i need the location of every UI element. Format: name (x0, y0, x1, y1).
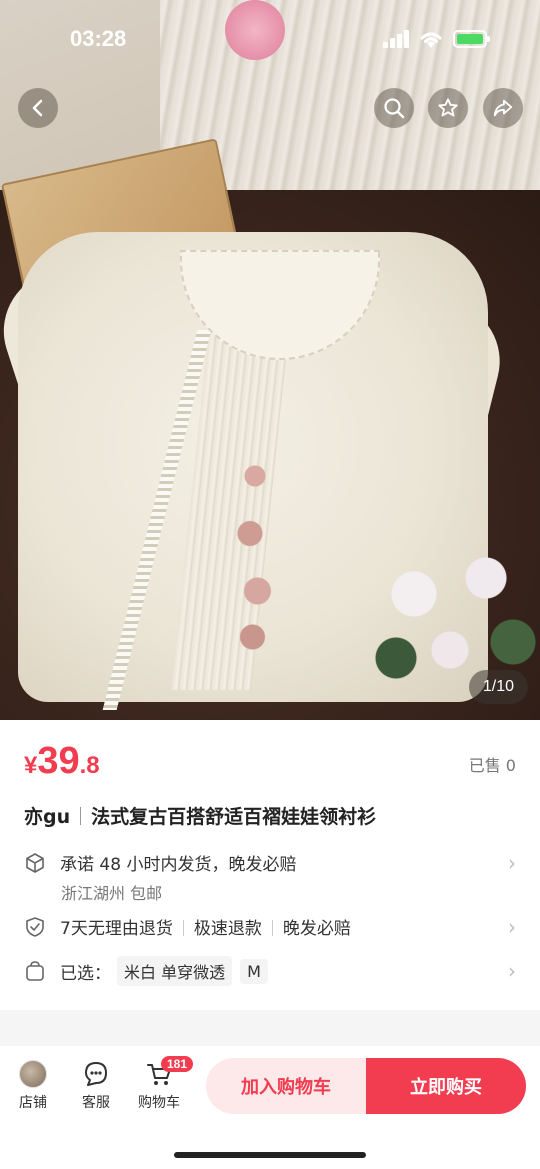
shipping-origin: 浙江湖州 包邮 (61, 884, 163, 903)
bag-icon (26, 961, 44, 981)
product-info-panel: ¥39.8 已售 0 亦gu 法式复古百搭舒适百褶娃娃领衬衫 承诺 48 小时内发… (0, 720, 540, 1010)
product-title: 亦gu 法式复古百搭舒适百褶娃娃领衬衫 (24, 802, 376, 829)
search-button[interactable] (374, 88, 414, 128)
search-icon (384, 98, 405, 119)
brand-name: 亦gu (24, 806, 71, 828)
bottom-action-bar: 店铺 客服 181 购物车 加入购物车 立即购买 (0, 1046, 540, 1169)
currency-symbol: ¥ (24, 752, 38, 779)
battery-icon (453, 30, 490, 48)
service-label: 客服 (82, 1095, 110, 1111)
status-time: 03:28 (70, 26, 127, 51)
chevron-right-icon: › (508, 959, 516, 983)
customer-service-button[interactable]: 客服 (66, 1060, 126, 1112)
box-icon (26, 852, 44, 873)
cart-label: 购物车 (138, 1095, 180, 1111)
back-button[interactable] (18, 88, 58, 128)
shipping-row[interactable]: 承诺 48 小时内发货，晚发必赔 › (24, 850, 520, 875)
image-counter: 1/10 (468, 670, 528, 704)
sold-count: 已售 0 (468, 756, 516, 775)
price-integer: 39 (37, 740, 80, 782)
add-to-cart-button[interactable]: 加入购物车 (206, 1058, 366, 1114)
price: ¥39.8 (24, 740, 100, 783)
cart-count-badge: 181 (161, 1056, 194, 1072)
cellular-signal-icon (383, 30, 411, 48)
product-name: 法式复古百搭舒适百褶娃娃领衬衫 (91, 806, 377, 828)
title-separator (80, 807, 82, 825)
shop-avatar (19, 1060, 47, 1088)
buy-now-button[interactable]: 立即购买 (366, 1058, 526, 1114)
home-indicator[interactable] (174, 1152, 366, 1158)
guarantee-row[interactable]: 7天无理由退货 极速退款 晚发必赔 › (24, 914, 520, 939)
selected-color-chip: 米白 单穿微透 (117, 956, 233, 986)
chevron-right-icon: › (508, 850, 516, 875)
shipping-promise: 承诺 48 小时内发货，晚发必赔 (60, 855, 297, 875)
share-icon (493, 99, 513, 117)
guarantee-item: 7天无理由退货 (60, 919, 173, 939)
cart-button[interactable]: 181 购物车 (129, 1056, 194, 1112)
guarantee-item: 极速退款 (193, 919, 262, 939)
shop-button[interactable]: 店铺 (3, 1060, 63, 1112)
flower-sprig-prop (230, 430, 280, 660)
shield-check-icon (26, 916, 44, 937)
wifi-icon (420, 32, 442, 48)
selection-row[interactable]: 已选： 米白 单穿微透 M › (24, 956, 520, 986)
selected-size-chip: M (240, 958, 268, 984)
star-icon (438, 98, 458, 117)
price-decimal: .8 (79, 752, 100, 779)
selection-label: 已选： (60, 963, 111, 984)
share-button[interactable] (483, 88, 523, 128)
guarantee-item: 晚发必赔 (282, 919, 351, 939)
chevron-right-icon: › (508, 914, 516, 939)
favorite-button[interactable] (428, 88, 468, 128)
section-divider (0, 1010, 540, 1046)
status-bar: 03:28 (0, 0, 540, 80)
shop-label: 店铺 (19, 1095, 47, 1111)
blooms-prop (360, 530, 540, 690)
back-icon (32, 99, 43, 117)
chat-icon (85, 1062, 107, 1086)
